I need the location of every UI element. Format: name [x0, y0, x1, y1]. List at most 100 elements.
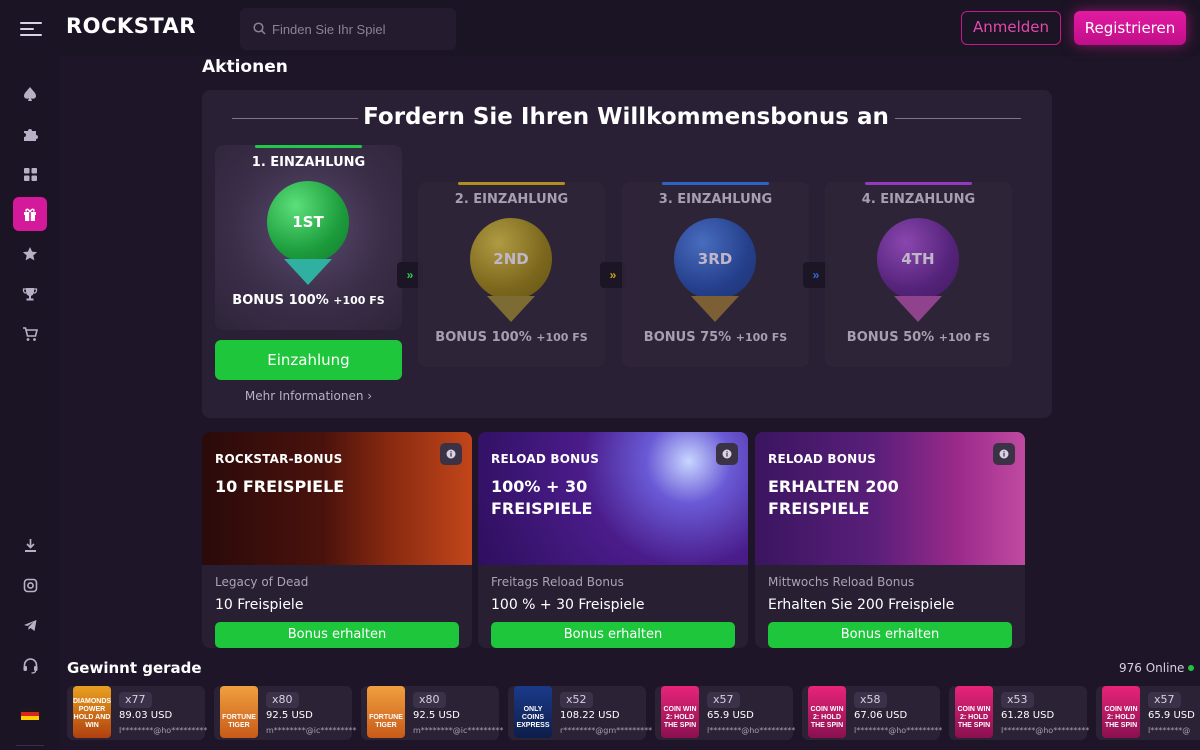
- deposit-title: 2. EINZAHLUNG: [454, 192, 569, 207]
- win-item[interactable]: ONLY COINS EXPRESS x52 108.22 USD r*****…: [508, 686, 652, 740]
- game-thumbnail: FORTUNE TIGER: [367, 686, 405, 738]
- win-amount: 108.22 USD: [560, 710, 620, 721]
- info-icon[interactable]: [993, 443, 1015, 465]
- welcome-bonus-heading: Fordern Sie Ihren Willkommensbonus an: [363, 104, 889, 130]
- gift-icon: [24, 208, 36, 221]
- deposit-card-4[interactable]: 4. EINZAHLUNG 4TH BONUS 50% +100 FS: [825, 182, 1012, 367]
- chevron-right-icon: ›: [367, 389, 373, 403]
- sidebar-divider: [16, 745, 44, 746]
- win-user: l********@ho*********: [1001, 726, 1090, 735]
- deposit-bonus: BONUS 100% +100 FS: [418, 330, 605, 345]
- win-user: l********@ho*********: [854, 726, 943, 735]
- star-icon: [22, 247, 38, 261]
- page-title: Aktionen: [202, 57, 288, 77]
- search-icon: [253, 22, 266, 35]
- spade-icon: [24, 87, 36, 101]
- sidebar-item-telegram[interactable]: [13, 608, 47, 642]
- sidebar-item-categories[interactable]: [13, 157, 47, 191]
- more-info-link[interactable]: Mehr Informationen ›: [215, 389, 402, 403]
- flag-de-icon[interactable]: [21, 708, 39, 720]
- medal-2nd: 2ND: [470, 218, 552, 300]
- promo-label: ROCKSTAR-BONUS: [215, 452, 343, 466]
- medal-ribbon: [894, 296, 942, 322]
- game-thumbnail: COIN WIN 2: HOLD THE SPIN: [1102, 686, 1140, 738]
- win-item[interactable]: COIN WIN 2: HOLD THE SPIN x57 65.9 USD l…: [1096, 686, 1200, 740]
- win-item[interactable]: COIN WIN 2: HOLD THE SPIN x58 67.06 USD …: [802, 686, 943, 740]
- login-button[interactable]: Anmelden: [961, 11, 1061, 45]
- win-user: m********@ic*********: [413, 726, 504, 735]
- promo-card-wednesday-reload[interactable]: RELOAD BONUS ERHALTEN 200 FREISPIELE Mit…: [755, 432, 1025, 648]
- game-thumbnail: FORTUNE TIGER: [220, 686, 258, 738]
- bonus-value: BONUS 100%: [435, 330, 532, 345]
- win-multiplier: x77: [119, 692, 152, 708]
- more-info-label: Mehr Informationen: [244, 389, 364, 403]
- promo-subtitle: Legacy of Dead: [215, 575, 309, 589]
- menu-toggle-icon[interactable]: [20, 18, 42, 38]
- medal-ribbon: [284, 259, 332, 285]
- deposit-button[interactable]: Einzahlung: [215, 340, 402, 380]
- win-item[interactable]: FORTUNE TIGER x80 92.5 USD m********@ic*…: [214, 686, 356, 740]
- online-count: 976: [1119, 661, 1142, 675]
- deposit-progress-bar: [255, 145, 362, 148]
- logo-text: ROCKSTAR: [66, 14, 196, 38]
- deposit-title: 4. EINZAHLUNG: [861, 192, 976, 207]
- search-box[interactable]: [240, 8, 456, 50]
- online-status-dot: [1188, 665, 1195, 671]
- promo-card-rockstar[interactable]: ROCKSTAR-BONUS 10 FREISPIELE Legacy of D…: [202, 432, 472, 648]
- sidebar-item-tournaments[interactable]: [13, 277, 47, 311]
- game-thumbnail: DIAMONDS POWER HOLD AND WIN: [73, 686, 111, 738]
- win-item[interactable]: COIN WIN 2: HOLD THE SPIN x57 65.9 USD l…: [655, 686, 796, 740]
- deposit-card-3[interactable]: 3. EINZAHLUNG 3RD BONUS 75% +100 FS: [622, 182, 809, 367]
- win-item[interactable]: COIN WIN 2: HOLD THE SPIN x53 61.28 USD …: [949, 686, 1090, 740]
- recent-wins-list: DIAMONDS POWER HOLD AND WIN x77 89.03 US…: [67, 686, 1200, 740]
- logo[interactable]: ROCKSTAR: [66, 14, 196, 38]
- win-item[interactable]: FORTUNE TIGER x80 92.5 USD m********@ic*…: [361, 686, 503, 740]
- bonus-fs: +100 FS: [333, 294, 385, 307]
- info-icon[interactable]: [716, 443, 738, 465]
- sidebar-item-support[interactable]: [13, 648, 47, 682]
- sidebar-item-shop[interactable]: [13, 317, 47, 351]
- win-amount: 61.28 USD: [1001, 710, 1055, 721]
- medal-4th: 4TH: [877, 218, 959, 300]
- game-thumbnail: COIN WIN 2: HOLD THE SPIN: [955, 686, 993, 738]
- deposit-card-2[interactable]: 2. EINZAHLUNG 2ND BONUS 100% +100 FS: [418, 182, 605, 367]
- win-multiplier: x52: [560, 692, 593, 708]
- register-button[interactable]: Registrieren: [1074, 11, 1186, 45]
- bonus-fs: +100 FS: [938, 331, 991, 344]
- deposit-title: 3. EINZAHLUNG: [658, 192, 773, 207]
- get-bonus-button[interactable]: Bonus erhalten: [215, 622, 459, 648]
- promo-card-friday-reload[interactable]: RELOAD BONUS 100% + 30 FREISPIELE Freita…: [478, 432, 748, 648]
- win-user: l********@ho*********: [119, 726, 208, 735]
- promo-title: 10 FREISPIELE: [215, 477, 345, 496]
- win-user: l********@ho*********: [707, 726, 796, 735]
- sidebar-item-download[interactable]: [13, 528, 47, 562]
- win-amount: 65.9 USD: [707, 710, 754, 721]
- download-icon: [24, 538, 36, 552]
- medal-label: 2ND: [493, 250, 529, 268]
- promo-title: 100% + 30 FREISPIELE: [491, 477, 593, 518]
- online-counter: 976 Online: [1119, 661, 1195, 675]
- medal-label: 1ST: [292, 213, 324, 231]
- bonus-value: BONUS 50%: [846, 330, 935, 345]
- win-amount: 65.9 USD: [1148, 710, 1195, 721]
- search-input[interactable]: [272, 19, 447, 39]
- sidebar-item-instagram[interactable]: [13, 568, 47, 602]
- win-item[interactable]: DIAMONDS POWER HOLD AND WIN x77 89.03 US…: [67, 686, 208, 740]
- get-bonus-button[interactable]: Bonus erhalten: [768, 622, 1012, 648]
- info-icon[interactable]: [440, 443, 462, 465]
- promo-title: ERHALTEN 200 FREISPIELE: [768, 477, 899, 518]
- online-label: Online: [1145, 661, 1185, 675]
- get-bonus-button[interactable]: Bonus erhalten: [491, 622, 735, 648]
- top-bar: ROCKSTAR Anmelden Registrieren: [0, 0, 1200, 56]
- win-amount: 92.5 USD: [413, 710, 460, 721]
- medal-label: 3RD: [697, 250, 733, 268]
- promo-name: 10 Freispiele: [215, 597, 304, 613]
- sidebar-item-promotions[interactable]: [13, 197, 47, 231]
- sidebar-item-favorites[interactable]: [13, 237, 47, 271]
- instagram-icon: [23, 578, 37, 592]
- bonus-fs: +100 FS: [536, 331, 588, 344]
- trophy-icon: [22, 288, 38, 301]
- win-amount: 67.06 USD: [854, 710, 908, 721]
- bonus-value: BONUS 100%: [232, 293, 329, 308]
- deposit-card-1[interactable]: 1. EINZAHLUNG 1ST BONUS 100% +100 FS: [215, 145, 402, 330]
